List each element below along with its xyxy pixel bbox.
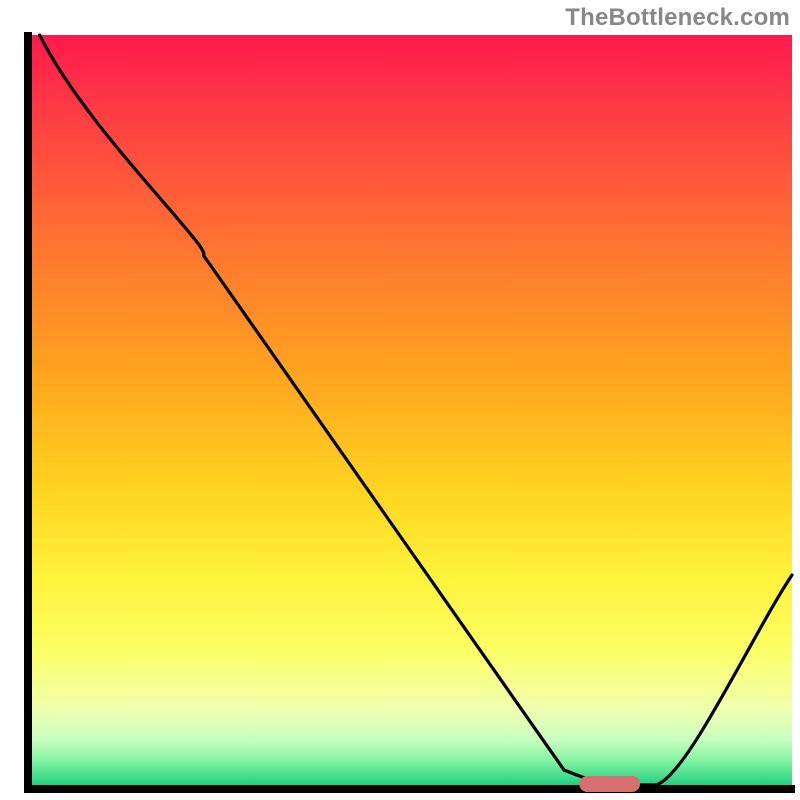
plot-background — [32, 35, 792, 785]
watermark-text: TheBottleneck.com — [565, 4, 790, 32]
x-axis — [24, 785, 795, 793]
chart-container: TheBottleneck.com — [0, 0, 800, 800]
y-axis — [24, 32, 32, 793]
bottleneck-chart — [0, 0, 800, 800]
optimal-marker — [579, 776, 640, 792]
